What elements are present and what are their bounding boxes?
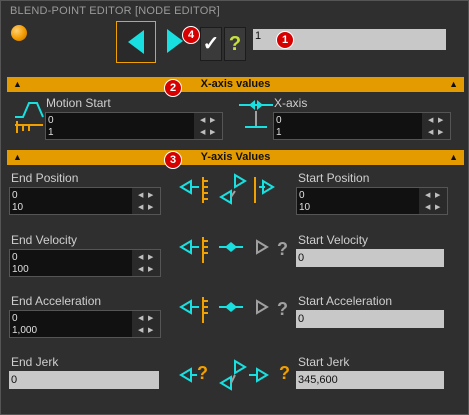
spin-arrows[interactable]: ◀ ▶ ◀ ▶ [132,188,160,214]
x-axis-icon [239,100,273,128]
previous-button[interactable] [116,21,156,63]
motion-start-label: Motion Start [46,96,111,110]
unknown-value-icon: ? [277,299,288,319]
collapse-arrow-icon-right: ▲ [449,152,458,162]
spin-value: 1,000 [12,325,38,336]
spin-arrows[interactable]: ◀ ▶ ◀ ▶ [422,113,450,139]
end-acceleration-label: End Acceleration [11,294,102,308]
spin-arrows[interactable]: ◀ ▶ ◀ ▶ [419,188,447,214]
confirm-button[interactable]: ✓ [200,27,222,61]
x-axis-section-header[interactable]: ▲ X-axis values ▲ [7,77,464,92]
position-copy-icons[interactable] [177,173,277,209]
x-axis-section-title: X-axis values [200,78,271,90]
callout-badge-3: 3 [164,151,182,169]
velocity-copy-icons[interactable] [177,233,277,269]
collapse-arrow-icon: ▲ [13,152,22,162]
spin-value: 10 [12,202,24,213]
start-position-label: Start Position [298,171,370,185]
callout-badge-1: 1 [276,31,294,49]
motion-start-spinbox[interactable]: 0 1 ◀ ▶ ◀ ▶ [45,112,223,140]
editor-window: BLEND-POINT EDITOR [NODE EDITOR] 4 ✓ ? 1… [0,0,469,415]
spin-arrows[interactable]: ◀ ▶ ◀ ▶ [132,250,160,276]
spin-value: 0 [276,115,282,126]
spin-value: 1 [276,127,282,138]
start-jerk-label: Start Jerk [298,355,350,369]
end-velocity-label: End Velocity [11,233,78,247]
spin-value: 0 [12,313,18,324]
x-axis-spinbox[interactable]: 0 1 ◀ ▶ ◀ ▶ [273,112,451,140]
status-orb-icon[interactable] [11,25,27,41]
callout-badge-4: 4 [182,26,200,44]
end-acceleration-spinbox[interactable]: 0 1,000 ◀ ▶ ◀ ▶ [9,310,161,338]
window-title: BLEND-POINT EDITOR [NODE EDITOR] [10,5,220,17]
x-axis-label: X-axis [274,96,308,110]
collapse-arrow-icon: ▲ [13,79,22,89]
spin-value: 0 [12,190,18,201]
spin-value: 0 [48,115,54,126]
end-jerk-field[interactable]: 0 [9,371,159,389]
motion-start-icon [15,102,44,133]
spin-arrows[interactable]: ◀ ▶ ◀ ▶ [194,113,222,139]
unknown-value-icon: ? [279,363,290,383]
unknown-value-icon: ? [277,239,288,259]
spin-value: 0 [12,252,18,263]
acceleration-copy-icons[interactable] [177,293,277,329]
end-position-spinbox[interactable]: 0 10 ◀ ▶ ◀ ▶ [9,187,161,215]
jerk-copy-icons[interactable] [177,357,277,393]
triangle-left-icon [128,30,144,54]
start-velocity-label: Start Velocity [298,233,369,247]
start-acceleration-field[interactable]: 0 [296,310,444,328]
start-jerk-field[interactable]: 345,600 [296,371,444,389]
y-axis-section-title: Y-axis Values [200,151,271,163]
end-velocity-spinbox[interactable]: 0 100 ◀ ▶ ◀ ▶ [9,249,161,277]
y-axis-section-header[interactable]: ▲ Y-axis Values ▲ [7,150,464,165]
unknown-value-icon: ? [197,363,208,383]
start-acceleration-label: Start Acceleration [298,294,393,308]
collapse-arrow-icon-right: ▲ [449,79,458,89]
start-position-spinbox[interactable]: 0 10 ◀ ▶ ◀ ▶ [296,187,448,215]
callout-badge-2: 2 [164,79,182,97]
end-position-label: End Position [11,171,79,185]
end-jerk-label: End Jerk [11,355,59,369]
spin-value: 100 [12,264,29,275]
start-velocity-field[interactable]: 0 [296,249,444,267]
spin-value: 1 [48,127,54,138]
spin-value: 0 [299,190,305,201]
help-button[interactable]: ? [224,27,246,61]
spin-arrows[interactable]: ◀ ▶ ◀ ▶ [132,311,160,337]
spin-value: 10 [299,202,311,213]
